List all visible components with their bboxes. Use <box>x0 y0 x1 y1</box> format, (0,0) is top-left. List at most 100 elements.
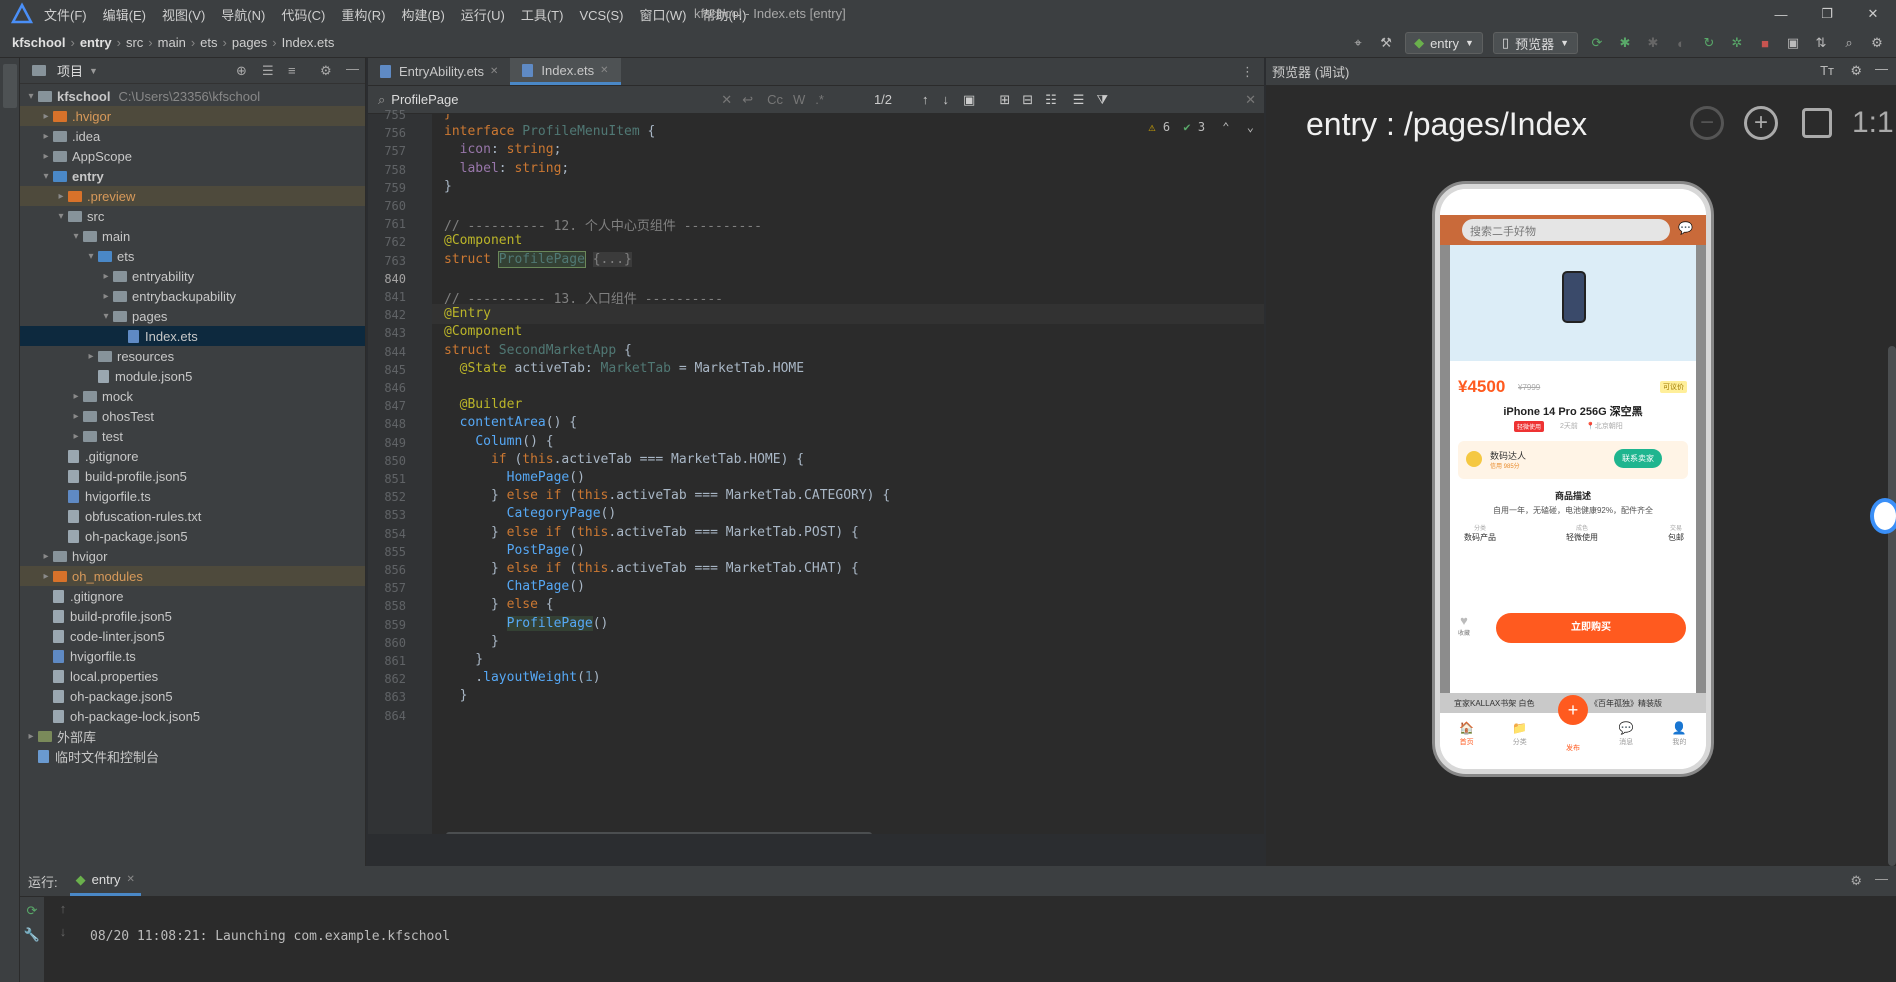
tree-item[interactable]: obfuscation-rules.txt <box>20 506 365 526</box>
chevron-down-icon[interactable]: ▾ <box>99 311 113 322</box>
menu-item[interactable]: 编辑(E) <box>103 8 146 23</box>
breadcrumb-item[interactable]: entry <box>80 35 112 50</box>
tree-item[interactable]: ▸ hvigor <box>20 546 365 566</box>
collapse-all-icon[interactable]: ≡ <box>288 63 296 78</box>
tree-item[interactable]: ▾ kfschool C:\Users\23356\kfschool <box>20 86 365 106</box>
assistant-icon[interactable] <box>1870 498 1896 534</box>
chevron-right-icon[interactable]: ▸ <box>54 191 68 202</box>
tree-item[interactable]: ▾ main <box>20 226 365 246</box>
tree-item[interactable]: Index.ets <box>20 326 365 346</box>
tree-item[interactable]: hvigorfile.ts <box>20 486 365 506</box>
add-cursor-icon[interactable]: ⊞ <box>999 92 1010 108</box>
breadcrumb-item[interactable]: ets <box>200 35 217 50</box>
wrench-icon[interactable]: 🔧 <box>20 927 44 943</box>
tree-item[interactable]: code-linter.json5 <box>20 626 365 646</box>
tree-item[interactable]: oh-package.json5 <box>20 686 365 706</box>
close-find-icon[interactable]: ✕ <box>1245 92 1256 108</box>
tree-item[interactable]: ▸ .idea <box>20 126 365 146</box>
gear-icon[interactable]: ⚙ <box>1850 63 1862 79</box>
favorite-button[interactable]: ♥ 收藏 <box>1458 613 1470 637</box>
tree-item[interactable]: oh-package.json5 <box>20 526 365 546</box>
rerun-icon[interactable]: ⟳ <box>20 903 44 919</box>
tree-item[interactable]: ▸ .hvigor <box>20 106 365 126</box>
menu-item[interactable]: 窗口(W) <box>640 8 687 23</box>
fit-screen-icon[interactable] <box>1802 108 1832 138</box>
tree-item[interactable]: build-profile.json5 <box>20 466 365 486</box>
tree-item[interactable]: ▸ entrybackupability <box>20 286 365 306</box>
arrow-down-icon[interactable]: ↓ <box>50 924 76 939</box>
menu-item[interactable]: 导航(N) <box>221 8 265 23</box>
locate-icon[interactable]: ⊕ <box>236 63 247 79</box>
module-select[interactable]: ◆ entry ▼ <box>1405 32 1483 54</box>
run-tab-entry[interactable]: ◆ entry ✕ <box>69 866 141 896</box>
tree-item[interactable]: ▸ ohosTest <box>20 406 365 426</box>
rerun-icon[interactable]: ⟳ <box>1588 34 1606 52</box>
buy-now-button[interactable]: 立即购买 <box>1496 613 1686 643</box>
tree-item[interactable]: ▸ entryability <box>20 266 365 286</box>
close-tab-icon[interactable]: ✕ <box>600 65 608 76</box>
tree-item[interactable]: hvigorfile.ts <box>20 646 365 666</box>
menu-item[interactable]: 重构(R) <box>341 8 385 23</box>
chevron-down-icon[interactable]: ▾ <box>69 231 83 242</box>
tree-item[interactable]: 临时文件和控制台 <box>20 746 365 766</box>
chevron-down-icon[interactable]: ▾ <box>54 211 68 222</box>
close-icon[interactable]: ✕ <box>127 874 135 885</box>
device-screen[interactable]: 搜索二手好物 💬 ¥4500 ¥7999 可议价 iPhone 14 Pro 2… <box>1440 189 1706 769</box>
device-manager-icon[interactable]: ▣ <box>1784 34 1802 52</box>
inspection-widget[interactable]: ⚠ 6 ✔ 3 ⌃ ⌄ <box>1148 120 1254 134</box>
hide-icon[interactable]: — <box>1875 871 1888 886</box>
more-tabs-icon[interactable]: ⋮ <box>1231 58 1264 85</box>
editor-tab[interactable]: EntryAbility.ets ✕ <box>368 58 510 85</box>
chevron-right-icon[interactable]: ▸ <box>69 391 83 402</box>
horizontal-scrollbar[interactable] <box>446 832 872 834</box>
editor-tab[interactable]: Index.ets ✕ <box>510 58 621 85</box>
contact-seller-button[interactable]: 联系卖家 <box>1614 449 1662 468</box>
phone-tab[interactable]: 🏠 首页 <box>1447 721 1487 769</box>
item-card-title[interactable]: 《百年孤独》精装版 <box>1590 698 1662 709</box>
menu-item[interactable]: 工具(T) <box>521 8 564 23</box>
stop-icon[interactable]: ■ <box>1756 34 1774 52</box>
next-match-icon[interactable]: ↓ <box>943 92 950 107</box>
chevron-down-icon[interactable]: ▾ <box>39 171 53 182</box>
remove-cursor-icon[interactable]: ⊟ <box>1022 92 1033 108</box>
search-input[interactable]: 搜索二手好物 <box>1462 219 1670 241</box>
close-icon[interactable]: ✕ <box>1850 0 1896 28</box>
breadcrumb-item[interactable]: Index.ets <box>282 35 335 50</box>
chevron-up-icon[interactable]: ⌃ <box>1222 120 1229 134</box>
seller-card[interactable]: 数码达人 信用 985分 联系卖家 <box>1458 441 1688 479</box>
minimize-icon[interactable]: — <box>1758 0 1804 28</box>
project-tool-button[interactable] <box>3 64 17 108</box>
maximize-icon[interactable]: ❐ <box>1804 0 1850 28</box>
profile-icon[interactable]: ◐ <box>1672 34 1690 52</box>
chevron-right-icon[interactable]: ▸ <box>39 111 53 122</box>
arrow-up-icon[interactable]: ↑ <box>50 901 76 916</box>
phone-tab[interactable]: 💬 消息 <box>1606 721 1646 769</box>
vertical-scrollbar[interactable] <box>1888 346 1896 866</box>
tree-item[interactable]: ▸ .preview <box>20 186 365 206</box>
chevron-down-icon[interactable]: ▾ <box>24 91 38 102</box>
phone-tab[interactable]: 📁 分类 <box>1500 721 1540 769</box>
menu-item[interactable]: 视图(V) <box>162 8 205 23</box>
phone-tab[interactable]: 发布 <box>1553 721 1593 769</box>
device-select[interactable]: ▯ 预览器 ▼ <box>1492 32 1578 54</box>
chevron-right-icon[interactable]: ▸ <box>99 271 113 282</box>
menu-item[interactable]: 构建(B) <box>401 8 444 23</box>
item-card-title[interactable]: 宜家KALLAX书架 白色 <box>1454 698 1534 709</box>
tree-item[interactable]: ▾ pages <box>20 306 365 326</box>
chevron-right-icon[interactable]: ▸ <box>69 411 83 422</box>
tree-item[interactable]: ▸ resources <box>20 346 365 366</box>
chevron-down-icon[interactable]: ▼ <box>89 66 98 76</box>
reload-icon[interactable]: ↻ <box>1700 34 1718 52</box>
hide-icon[interactable]: — <box>1875 61 1888 76</box>
chevron-right-icon[interactable]: ▸ <box>69 431 83 442</box>
tree-item[interactable]: ▾ src <box>20 206 365 226</box>
chevron-down-icon[interactable]: ⌄ <box>1247 120 1254 134</box>
gear-icon[interactable]: ⚙ <box>320 63 332 79</box>
breadcrumb-item[interactable]: src <box>126 35 143 50</box>
post-plus-icon[interactable]: + <box>1558 695 1588 725</box>
target-icon[interactable]: ⌖ <box>1349 34 1367 52</box>
tree-item[interactable]: .gitignore <box>20 586 365 606</box>
menu-item[interactable]: VCS(S) <box>579 8 623 23</box>
chevron-right-icon[interactable]: ▸ <box>39 131 53 142</box>
tree-item[interactable]: ▸ AppScope <box>20 146 365 166</box>
